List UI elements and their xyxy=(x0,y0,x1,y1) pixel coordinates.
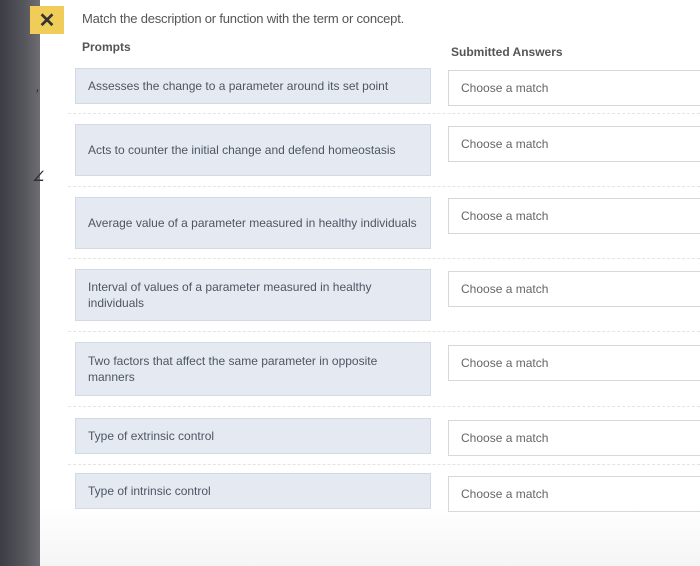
prompt-text: Acts to counter the initial change and d… xyxy=(88,143,396,157)
row-divider xyxy=(68,186,700,187)
prompt-item[interactable]: Type of extrinsic control xyxy=(75,418,431,454)
row-divider xyxy=(68,331,700,332)
bottom-shade xyxy=(40,506,700,566)
prompts-heading: Prompts xyxy=(82,40,131,54)
answer-placeholder: Choose a match xyxy=(461,431,549,445)
close-icon: ✕ xyxy=(38,9,56,32)
prompt-item[interactable]: Type of intrinsic control xyxy=(75,473,431,509)
prompt-item[interactable]: Average value of a parameter measured in… xyxy=(75,197,431,249)
strip-mark: ∠ xyxy=(32,168,45,184)
row-divider xyxy=(68,406,700,407)
answer-placeholder: Choose a match xyxy=(461,487,549,501)
close-button[interactable]: ✕ xyxy=(30,6,64,34)
answer-dropzone[interactable]: Choose a match xyxy=(448,70,700,106)
answer-dropzone[interactable]: Choose a match xyxy=(448,126,700,162)
row-divider xyxy=(68,113,700,114)
answer-dropzone[interactable]: Choose a match xyxy=(448,198,700,234)
prompt-text: Average value of a parameter measured in… xyxy=(88,216,417,230)
answer-dropzone[interactable]: Choose a match xyxy=(448,271,700,307)
prompt-text: Type of intrinsic control xyxy=(88,484,211,498)
answer-dropzone[interactable]: Choose a match xyxy=(448,420,700,456)
prompt-text: Interval of values of a parameter measur… xyxy=(88,280,372,310)
answer-placeholder: Choose a match xyxy=(461,137,549,151)
prompt-item[interactable]: Interval of values of a parameter measur… xyxy=(75,269,431,321)
answer-dropzone[interactable]: Choose a match xyxy=(448,476,700,512)
prompt-text: Two factors that affect the same paramet… xyxy=(88,354,378,384)
prompt-text: Assesses the change to a parameter aroun… xyxy=(88,79,389,93)
submitted-answers-heading: Submitted Answers xyxy=(451,45,563,59)
prompt-item[interactable]: Assesses the change to a parameter aroun… xyxy=(75,68,431,104)
row-divider xyxy=(68,258,700,259)
answer-dropzone[interactable]: Choose a match xyxy=(448,345,700,381)
prompt-item[interactable]: Two factors that affect the same paramet… xyxy=(75,342,431,396)
answer-placeholder: Choose a match xyxy=(461,282,549,296)
prompt-text: Type of extrinsic control xyxy=(88,429,215,443)
strip-mark: , xyxy=(36,78,40,94)
instruction-text: Match the description or function with t… xyxy=(82,11,405,26)
answer-placeholder: Choose a match xyxy=(461,356,549,370)
prompt-item[interactable]: Acts to counter the initial change and d… xyxy=(75,124,431,176)
answer-placeholder: Choose a match xyxy=(461,81,549,95)
left-sidebar-strip: , ∠ xyxy=(0,0,45,566)
answer-placeholder: Choose a match xyxy=(461,209,549,223)
row-divider xyxy=(68,464,700,465)
